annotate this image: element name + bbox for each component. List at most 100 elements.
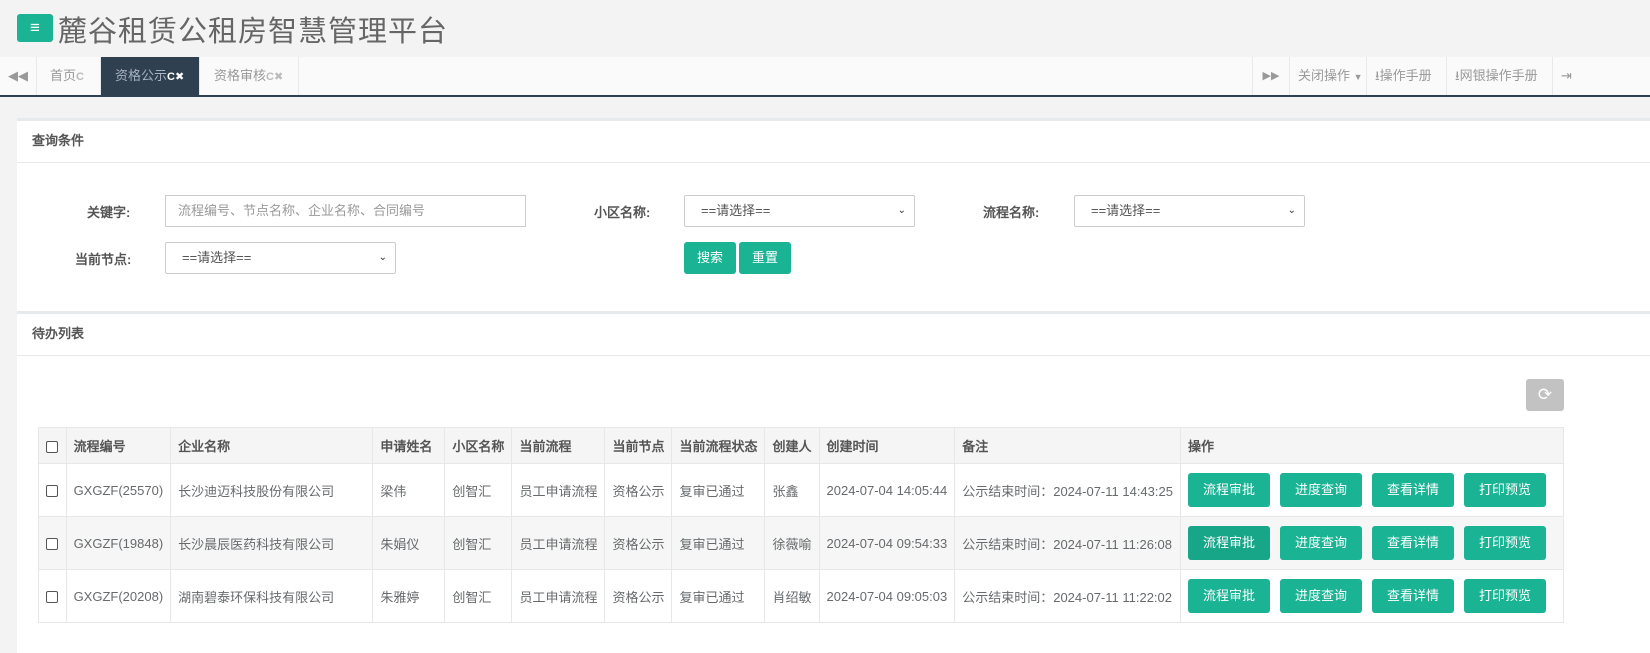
query-panel-title: 查询条件 (17, 121, 1650, 163)
chevron-down-icon: ⌄ (898, 196, 906, 226)
tab-qualification-publicity[interactable]: 资格公示C✖ (101, 57, 200, 95)
company-name-cell: 长沙迪迈科技股份有限公司 (171, 464, 373, 517)
row-checkbox[interactable] (46, 591, 58, 603)
process-value: ==请选择== (1091, 203, 1160, 218)
keyword-input[interactable]: 流程编号、节点名称、企业名称、合同编号 (165, 195, 526, 227)
community-name-cell: 创智汇 (445, 570, 512, 623)
approve-button[interactable]: 流程审批 (1188, 473, 1270, 507)
node-label: 当前节点: (75, 249, 131, 268)
bank-manual-button[interactable]: ⭳网银操作手册 (1446, 57, 1546, 95)
actions-cell: 流程审批进度查询查看详情打印预览 (1181, 517, 1564, 570)
process-status-cell: 复审已通过 (672, 570, 765, 623)
refresh-button[interactable]: ⟳ (1526, 379, 1564, 411)
chevron-down-icon: ⌄ (379, 243, 387, 273)
progress-query-button[interactable]: 进度查询 (1280, 473, 1362, 507)
tabs-scroll-right-icon[interactable]: ▶▶ (1252, 57, 1289, 95)
print-preview-button[interactable]: 打印预览 (1464, 579, 1546, 613)
column-header[interactable]: 申请姓名 (373, 428, 445, 464)
tabs-scroll-left-icon[interactable]: ◀◀ (0, 57, 37, 95)
column-header[interactable]: 当前流程状态 (672, 428, 765, 464)
column-header[interactable]: 当前流程 (512, 428, 605, 464)
table-header: 流程编号 企业名称 申请姓名 小区名称 当前流程 当前节点 当前流程状态 创建人… (39, 428, 1564, 464)
view-details-button[interactable]: 查看详情 (1372, 526, 1454, 560)
column-header: 操作 (1181, 428, 1564, 464)
current-node-cell: 资格公示 (605, 570, 672, 623)
refresh-icon[interactable]: C (167, 71, 175, 83)
refresh-icon[interactable]: C (266, 71, 274, 83)
current-process-cell: 员工申请流程 (512, 517, 605, 570)
top-header: ≡ 麓谷租赁公租房智慧管理平台 (0, 0, 1650, 57)
close-ops-label: 关闭操作 (1298, 68, 1350, 83)
app-title: 麓谷租赁公租房智慧管理平台 (58, 8, 448, 50)
tab-home[interactable]: 首页C (37, 57, 101, 95)
table-row[interactable]: GXGZF(19848)长沙晨辰医药科技有限公司朱娟仪创智汇员工申请流程资格公示… (39, 517, 1564, 570)
process-id-cell: GXGZF(20208) (66, 570, 171, 623)
column-header[interactable]: 流程编号 (66, 428, 171, 464)
company-name-cell: 湖南碧泰环保科技有限公司 (171, 570, 373, 623)
manual-button[interactable]: ⭳操作手册 (1366, 57, 1440, 95)
progress-query-button[interactable]: 进度查询 (1280, 579, 1362, 613)
process-id-cell: GXGZF(25570) (66, 464, 171, 517)
company-name-cell: 长沙晨辰医药科技有限公司 (171, 517, 373, 570)
refresh-icon: ⟳ (1538, 385, 1552, 404)
remark-cell: 公示结束时间：2024-07-11 11:22:02 (955, 570, 1181, 623)
column-header[interactable]: 创建时间 (819, 428, 955, 464)
process-status-cell: 复审已通过 (672, 517, 765, 570)
applicant-name-cell: 朱雅婷 (373, 570, 445, 623)
process-select[interactable]: ==请选择==⌄ (1074, 195, 1305, 227)
reset-button[interactable]: 重置 (739, 242, 791, 274)
actions-cell: 流程审批进度查询查看详情打印预览 (1181, 464, 1564, 517)
view-details-button[interactable]: 查看详情 (1372, 579, 1454, 613)
community-select[interactable]: ==请选择== ⌄ (684, 195, 915, 227)
remark-cell: 公示结束时间：2024-07-11 14:43:25 (955, 464, 1181, 517)
column-header[interactable]: 创建人 (765, 428, 819, 464)
column-header[interactable]: 备注 (955, 428, 1181, 464)
menu-toggle-button[interactable]: ≡ (17, 14, 53, 42)
created-time-cell: 2024-07-04 14:05:44 (819, 464, 955, 517)
row-checkbox[interactable] (46, 485, 58, 497)
tab-label: 首页 (50, 68, 76, 83)
close-icon[interactable]: ✖ (175, 71, 184, 83)
query-panel: 查询条件 关键字: 流程编号、节点名称、企业名称、合同编号 小区名称: ==请选… (17, 118, 1650, 311)
logout-icon[interactable]: ⇥ (1552, 57, 1580, 95)
process-status-cell: 复审已通过 (672, 464, 765, 517)
keyword-label: 关键字: (87, 202, 130, 221)
tab-bar: ◀◀ 首页C 资格公示C✖ 资格审核C✖ ▶▶ 关闭操作 ▼ ⭳操作手册 ⭳网银… (0, 57, 1650, 97)
column-header[interactable]: 当前节点 (605, 428, 672, 464)
table-row[interactable]: GXGZF(25570)长沙迪迈科技股份有限公司梁伟创智汇员工申请流程资格公示复… (39, 464, 1564, 517)
tab-label: 资格审核 (214, 68, 266, 83)
tab-label: 资格公示 (115, 68, 167, 83)
process-label: 流程名称: (983, 202, 1039, 221)
column-header[interactable]: 小区名称 (445, 428, 512, 464)
print-preview-button[interactable]: 打印预览 (1464, 473, 1546, 507)
refresh-icon[interactable]: C (76, 71, 84, 83)
search-button[interactable]: 搜索 (684, 242, 736, 274)
approve-button[interactable]: 流程审批 (1188, 526, 1270, 560)
manual-label: 操作手册 (1380, 68, 1432, 83)
creator-cell: 肖绍敏 (765, 570, 819, 623)
creator-cell: 张鑫 (765, 464, 819, 517)
row-checkbox[interactable] (46, 538, 58, 550)
node-select[interactable]: ==请选择==⌄ (165, 242, 396, 274)
tab-qualification-review[interactable]: 资格审核C✖ (200, 57, 299, 95)
print-preview-button[interactable]: 打印预览 (1464, 526, 1546, 560)
current-process-cell: 员工申请流程 (512, 464, 605, 517)
close-operations-dropdown[interactable]: 关闭操作 ▼ (1289, 57, 1371, 95)
progress-query-button[interactable]: 进度查询 (1280, 526, 1362, 560)
current-node-cell: 资格公示 (605, 517, 672, 570)
actions-cell: 流程审批进度查询查看详情打印预览 (1181, 570, 1564, 623)
select-all-checkbox[interactable] (46, 441, 58, 453)
applicant-name-cell: 梁伟 (373, 464, 445, 517)
applicant-name-cell: 朱娟仪 (373, 517, 445, 570)
creator-cell: 徐薇喻 (765, 517, 819, 570)
table-row[interactable]: GXGZF(20208)湖南碧泰环保科技有限公司朱雅婷创智汇员工申请流程资格公示… (39, 570, 1564, 623)
todo-table: 流程编号 企业名称 申请姓名 小区名称 当前流程 当前节点 当前流程状态 创建人… (38, 427, 1564, 623)
community-name-cell: 创智汇 (445, 464, 512, 517)
current-node-cell: 资格公示 (605, 464, 672, 517)
column-header[interactable]: 企业名称 (171, 428, 373, 464)
close-icon[interactable]: ✖ (274, 71, 283, 83)
created-time-cell: 2024-07-04 09:54:33 (819, 517, 955, 570)
approve-button[interactable]: 流程审批 (1188, 579, 1270, 613)
view-details-button[interactable]: 查看详情 (1372, 473, 1454, 507)
community-value: ==请选择== (701, 203, 770, 218)
